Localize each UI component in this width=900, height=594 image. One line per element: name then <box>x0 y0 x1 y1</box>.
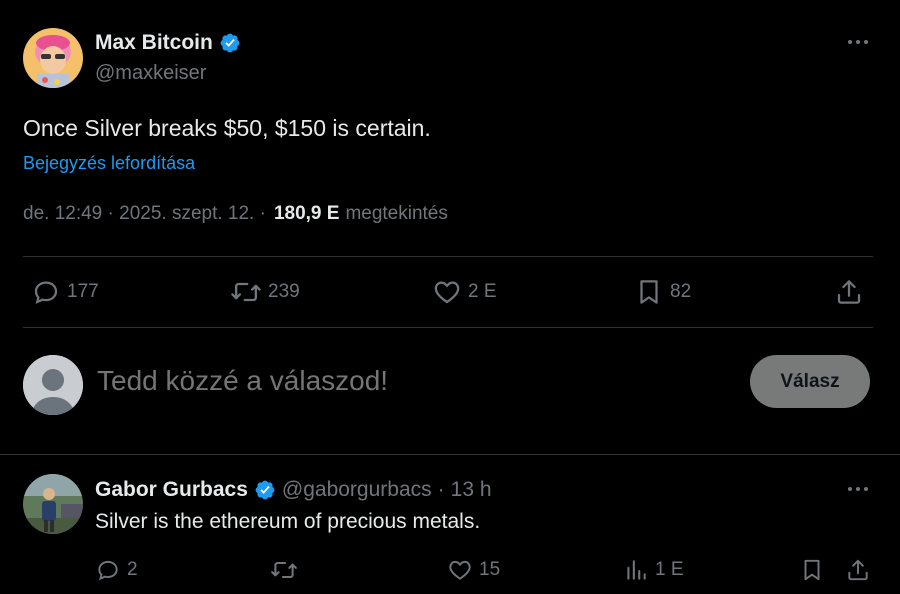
more-options-icon[interactable] <box>846 480 870 498</box>
tweet-text: Once Silver breaks $50, $150 is certain. <box>23 115 431 141</box>
retweet-icon <box>230 277 262 307</box>
retweet-count: 239 <box>268 281 300 302</box>
like-action[interactable]: 2 E <box>432 277 497 307</box>
reply-reply-action[interactable]: 2 <box>95 557 138 583</box>
more-options-icon[interactable] <box>846 33 870 51</box>
bookmark-icon <box>634 277 664 307</box>
reply-author-name[interactable]: Gabor Gurbacs <box>95 478 248 502</box>
share-icon <box>845 557 871 583</box>
author-handle[interactable]: @maxkeiser <box>95 62 206 85</box>
heart-icon <box>432 277 462 307</box>
reply-bookmark-action[interactable] <box>799 557 825 583</box>
reply-reply-count: 2 <box>127 559 138 580</box>
tweet-meta: de. 12:49 · 2025. szept. 12. · 180,9 E m… <box>23 203 448 225</box>
reply-icon <box>31 277 61 307</box>
timestamp[interactable]: de. 12:49 · 2025. szept. 12. · <box>23 203 266 225</box>
views-count: 180,9 E <box>273 203 340 224</box>
reply-like-action[interactable]: 15 <box>447 557 500 583</box>
retweet-icon <box>270 557 298 583</box>
reply-button[interactable]: Válasz <box>750 355 870 408</box>
retweet-action[interactable]: 239 <box>230 277 300 307</box>
current-user-avatar[interactable] <box>23 355 83 415</box>
reply-author-handle[interactable]: @gaborgurbacs <box>282 478 432 502</box>
verified-badge-icon <box>254 479 276 501</box>
divider <box>23 256 873 257</box>
author-name[interactable]: Max Bitcoin <box>95 31 241 55</box>
reply-views-action[interactable]: 1 E <box>623 557 684 583</box>
reply-like-count: 15 <box>479 559 501 580</box>
share-icon <box>834 277 864 307</box>
reply-icon <box>95 557 121 583</box>
bookmark-count: 82 <box>670 281 692 302</box>
like-count: 2 E <box>468 281 497 302</box>
reply-retweet-action[interactable] <box>270 557 304 583</box>
bookmark-icon <box>799 557 825 583</box>
bookmark-action[interactable]: 82 <box>634 277 691 307</box>
divider <box>23 327 873 328</box>
heart-icon <box>447 557 473 583</box>
reply-share-action[interactable] <box>845 557 871 583</box>
reply-time[interactable]: 13 h <box>451 478 492 502</box>
reply-count: 177 <box>67 281 99 302</box>
analytics-icon <box>623 557 649 583</box>
reply-text: Silver is the ethereum of precious metal… <box>95 510 481 533</box>
author-name-text[interactable]: Max Bitcoin <box>95 31 213 55</box>
reply-action[interactable]: 177 <box>31 277 99 307</box>
translate-link[interactable]: Bejegyzés lefordítása <box>23 153 195 174</box>
section-divider <box>0 454 900 455</box>
reply-author-avatar[interactable] <box>23 474 83 534</box>
reply-header: Gabor Gurbacs @gaborgurbacs · 13 h <box>95 478 492 502</box>
reply-views-count: 1 E <box>655 559 684 580</box>
reply-input[interactable] <box>97 365 697 397</box>
share-action[interactable] <box>834 277 864 307</box>
verified-badge-icon <box>219 32 241 54</box>
views-label: megtekintés <box>345 203 448 224</box>
author-avatar[interactable] <box>23 28 83 88</box>
separator: · <box>437 478 445 501</box>
